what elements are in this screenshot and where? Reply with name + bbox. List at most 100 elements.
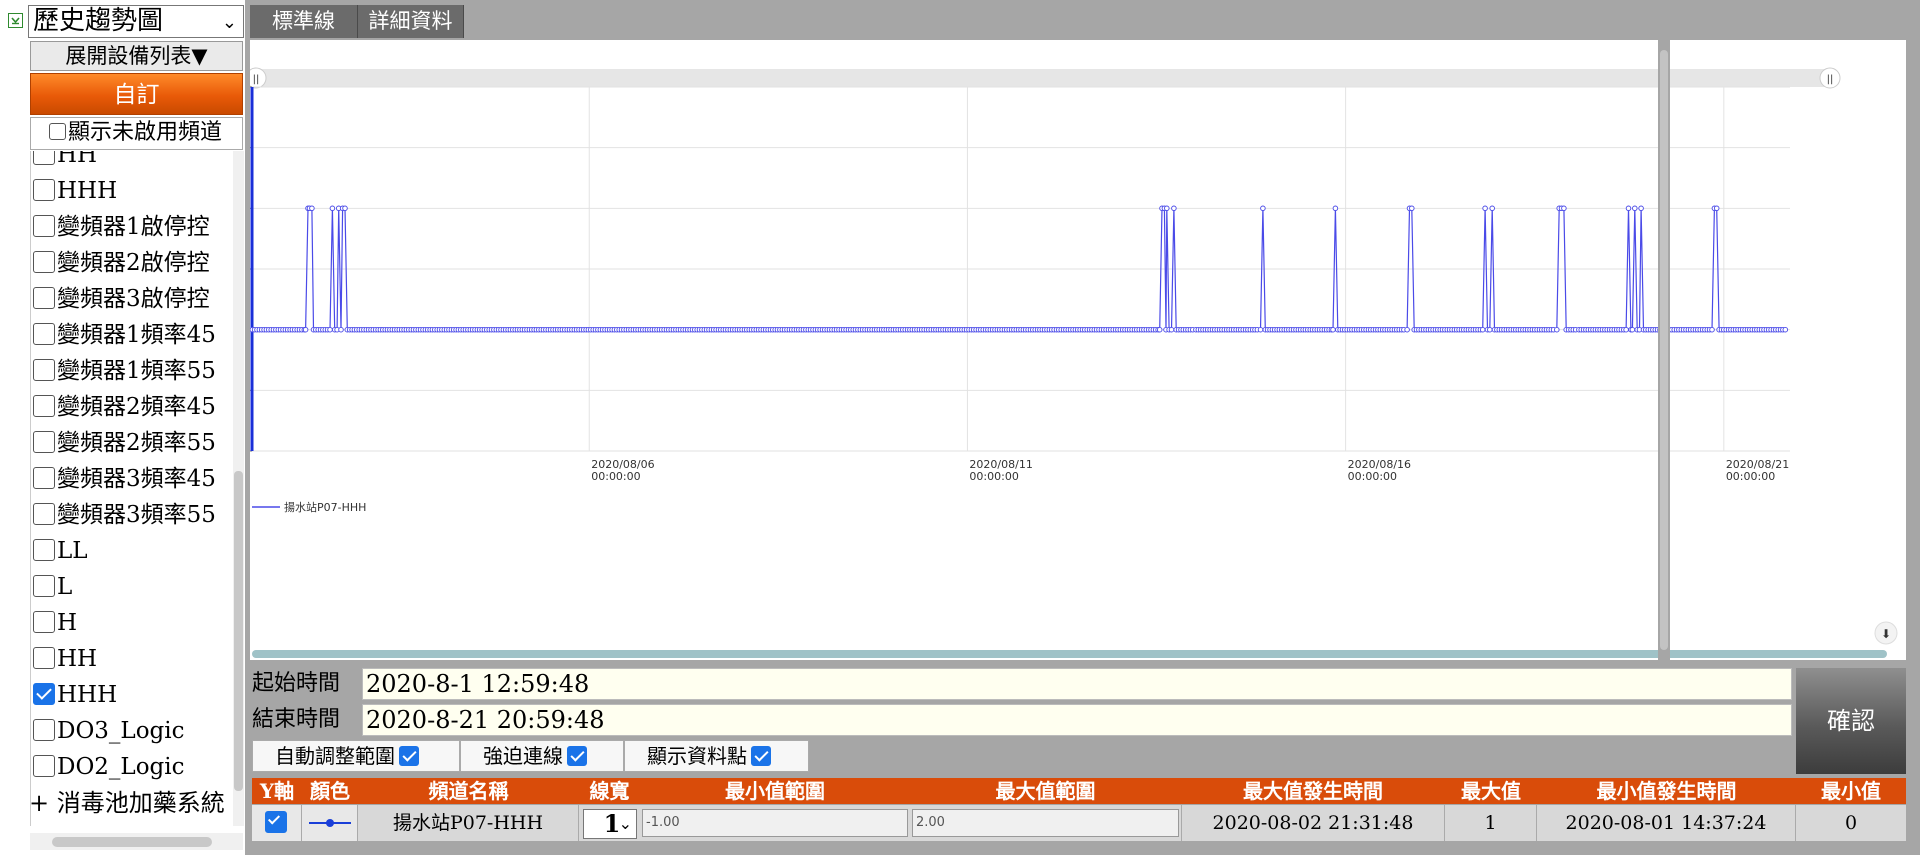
hscrollbar-thumb[interactable] (52, 837, 212, 847)
channel-item[interactable]: 變頻器1啟停控 (31, 209, 234, 245)
start-time-input[interactable]: 2020-8-1 12:59:48 (362, 668, 1792, 700)
channel-item[interactable]: DO2_Logic (31, 749, 234, 785)
channel-item[interactable]: 變頻器3啟停控 (31, 281, 234, 317)
view-mode-select[interactable]: 歷史趨勢圖 ⌄ (28, 5, 244, 38)
channel-checkbox[interactable] (33, 287, 55, 309)
channel-checkbox[interactable] (33, 359, 55, 381)
header-color: 顏色 (310, 779, 350, 803)
device-group-item[interactable]: + 消毒池加藥系統 (31, 785, 234, 821)
channel-checkbox[interactable] (33, 755, 55, 777)
channel-checkbox[interactable] (33, 151, 55, 165)
start-time-label: 起始時間 (252, 671, 341, 696)
channel-item[interactable]: 變頻器2啟停控 (31, 245, 234, 281)
range-scrollbar[interactable] (252, 650, 1887, 658)
data-point (1482, 205, 1488, 212)
channel-label: 變頻器1啟停控 (57, 214, 210, 240)
channel-list-scrollbar[interactable] (233, 151, 244, 826)
auto-range-checkbox[interactable] (399, 746, 419, 766)
data-point (309, 205, 315, 212)
channel-checkbox[interactable] (33, 467, 55, 489)
force-line-option[interactable]: 強迫連線 (460, 740, 624, 772)
show-points-checkbox[interactable] (751, 746, 771, 766)
channel-item[interactable]: HH (31, 641, 234, 677)
show-points-option[interactable]: 顯示資料點 (624, 740, 809, 772)
channel-checkbox[interactable] (33, 611, 55, 633)
channel-checkbox[interactable] (33, 539, 55, 561)
channel-label: 變頻器3啟停控 (57, 286, 210, 312)
channel-checkbox[interactable] (33, 395, 55, 417)
channel-list-hscrollbar[interactable] (30, 833, 243, 850)
channel-item[interactable]: 變頻器1頻率45 (31, 317, 234, 353)
scrollbar-thumb[interactable] (234, 471, 243, 791)
data-point (338, 326, 344, 333)
data-point (1709, 326, 1715, 333)
channel-checkbox[interactable] (33, 323, 55, 345)
confirm-button[interactable]: 確認 (1796, 668, 1906, 774)
chart-scrollbar-thumb[interactable] (1660, 50, 1668, 650)
channel-checkbox[interactable] (33, 719, 55, 741)
tab-standard-line[interactable]: 標準線 (250, 5, 358, 38)
max-value-cell: 1 (1445, 805, 1537, 841)
show-disabled-channels-toggle[interactable]: 顯示未啟用頻道 (30, 117, 243, 150)
data-point (1632, 205, 1638, 212)
data-point (1554, 326, 1560, 333)
channel-item[interactable]: 變頻器2頻率55 (31, 425, 234, 461)
channel-checkbox[interactable] (33, 647, 55, 669)
chevron-down-icon: ⌄ (221, 12, 237, 33)
channel-checkbox[interactable] (33, 431, 55, 453)
min-range-cell: -1.00 (640, 805, 910, 841)
y-axis-checkbox[interactable] (264, 811, 287, 833)
max-range-input[interactable]: 2.00 (912, 809, 1179, 837)
channel-checkbox[interactable] (33, 179, 55, 201)
data-point (1168, 326, 1175, 333)
expand-device-list-button[interactable]: 展開設備列表▼ (30, 41, 243, 71)
channel-item[interactable]: 變頻器3頻率55 (31, 497, 234, 533)
expand-panel-icon[interactable] (8, 13, 23, 28)
channel-label: 變頻器2啟停控 (57, 250, 210, 276)
channel-checkbox[interactable] (33, 683, 55, 705)
channel-item[interactable]: H (31, 605, 234, 641)
color-cell[interactable] (302, 805, 358, 841)
channel-label: 變頻器3頻率55 (57, 502, 216, 528)
header-min-time: 最小值發生時間 (1596, 779, 1737, 803)
show-disabled-checkbox[interactable] (49, 123, 66, 140)
force-line-checkbox[interactable] (567, 746, 587, 766)
channel-checkbox[interactable] (33, 503, 55, 525)
show-points-label: 顯示資料點 (647, 744, 747, 768)
data-point (329, 205, 336, 212)
auto-range-label: 自動調整範圍 (275, 744, 395, 768)
min-time-cell: 2020-08-01 14:37:24 (1537, 805, 1796, 841)
channel-item[interactable]: 變頻器1頻率55 (31, 353, 234, 389)
channel-item[interactable]: LL (31, 533, 234, 569)
min-range-input[interactable]: -1.00 (642, 809, 908, 837)
channel-item[interactable]: L (31, 569, 234, 605)
channel-checkbox[interactable] (33, 215, 55, 237)
channel-item[interactable]: HHH (31, 677, 234, 713)
channel-item[interactable]: 變頻器3頻率45 (31, 461, 234, 497)
data-point (1713, 205, 1720, 212)
channel-checkbox[interactable] (33, 575, 55, 597)
header-max-range: 最大值範圍 (995, 779, 1096, 803)
channel-label: LL (57, 538, 88, 564)
data-point (1489, 205, 1495, 212)
force-line-label: 強迫連線 (483, 744, 563, 768)
data-point (342, 205, 348, 212)
zoom-handle-left-grip: || (253, 74, 260, 85)
channel-list: HH HHH 變頻器1啟停控 變頻器2啟停控 變頻器3啟停控 變頻器1頻率45 變頻器1頻率… (30, 151, 234, 826)
channel-item[interactable]: HH (31, 151, 234, 173)
chart-scrollbar[interactable] (1658, 40, 1670, 660)
channel-checkbox[interactable] (33, 251, 55, 273)
auto-range-option[interactable]: 自動調整範圍 (252, 740, 460, 772)
header-max-time: 最大值發生時間 (1243, 779, 1383, 803)
custom-button[interactable]: 自訂 (30, 73, 243, 115)
x-tick-label: 00:00:00 (591, 470, 640, 483)
channel-item[interactable]: 變頻器2頻率45 (31, 389, 234, 425)
line-width-select[interactable]: 1 ⌄ (583, 809, 637, 839)
channel-item[interactable]: HHH (31, 173, 234, 209)
channel-item[interactable]: DO3_Logic (31, 713, 234, 749)
zoom-slider-track[interactable] (252, 69, 1835, 87)
left-panel: 歷史趨勢圖 ⌄ 展開設備列表▼ 自訂 顯示未啟用頻道 HH HHH 變頻器1啟停控變… (0, 0, 245, 855)
channel-label: HHH (57, 682, 118, 708)
end-time-input[interactable]: 2020-8-21 20:59:48 (362, 704, 1792, 736)
tab-detail-data[interactable]: 詳細資料 (358, 5, 464, 38)
